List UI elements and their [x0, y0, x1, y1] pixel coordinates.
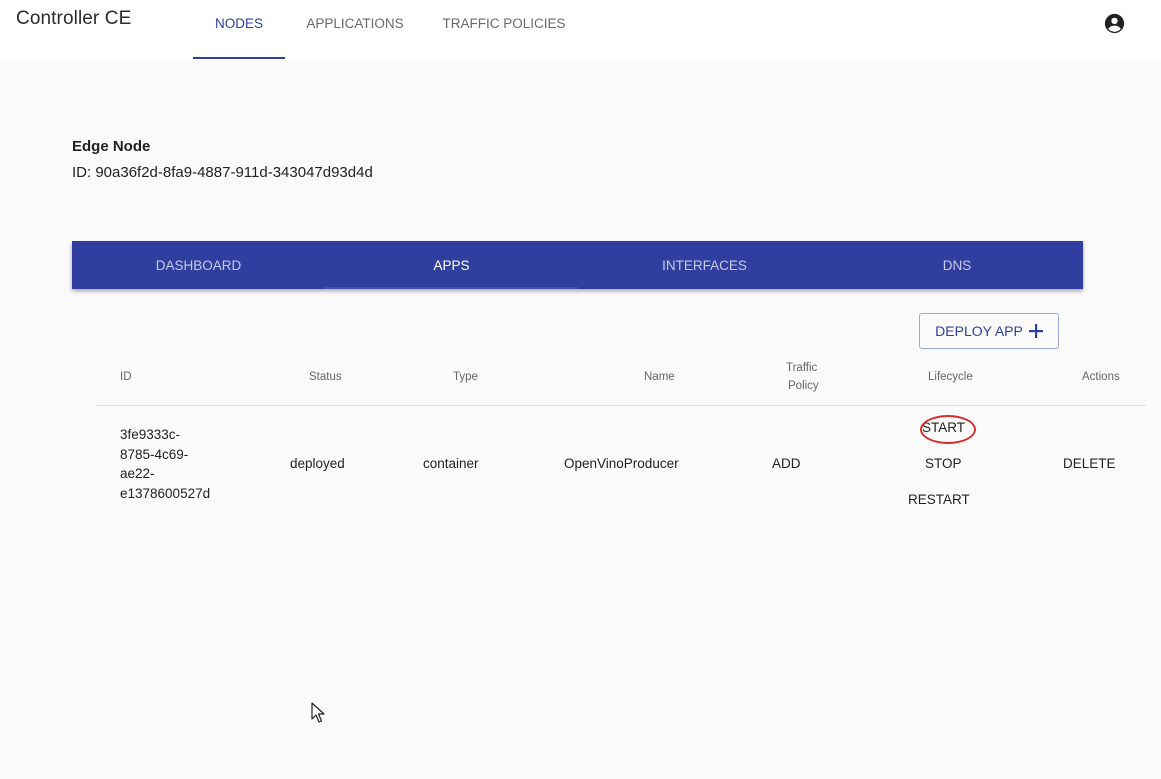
table-header-divider [96, 405, 1146, 406]
app-id-line: ae22- [120, 466, 155, 481]
tab-dashboard[interactable]: DASHBOARD [72, 241, 325, 289]
column-header-status: Status [309, 371, 342, 383]
column-header-type: Type [453, 371, 478, 383]
nav-tab-applications[interactable]: APPLICATIONS [295, 0, 415, 60]
app-id-line: e1378600527d [120, 485, 211, 501]
nav-tab-traffic-policies[interactable]: TRAFFIC POLICIES [436, 0, 572, 60]
column-header-actions: Actions [1082, 371, 1120, 383]
node-id: ID: 90a36f2d-8fa9-4887-911d-343047d93d4d [72, 164, 373, 181]
traffic-policy-add-button[interactable]: ADD [772, 456, 801, 471]
nav-active-indicator [193, 57, 285, 59]
node-heading: Edge Node [72, 138, 151, 155]
column-header-lifecycle: Lifecycle [928, 371, 973, 383]
account-circle-icon[interactable] [1104, 13, 1125, 34]
column-header-name: Name [644, 371, 675, 383]
column-header-policy: Policy [788, 380, 819, 392]
lifecycle-stop-button[interactable]: STOP [925, 456, 962, 471]
tab-interfaces[interactable]: INTERFACES [578, 241, 831, 289]
tab-apps[interactable]: APPS [325, 241, 578, 289]
plus-icon [1028, 322, 1043, 340]
node-tabs-bar: DASHBOARD APPS INTERFACES DNS [72, 241, 1083, 289]
deploy-app-label: DEPLOY APP [935, 323, 1023, 339]
nav-tab-nodes[interactable]: NODES [193, 0, 285, 60]
lifecycle-start-button[interactable]: START [922, 420, 965, 435]
column-header-id: ID [120, 371, 132, 383]
app-id-cell: 3fe9333c- 8785-4c69- ae22- e1378600527d [120, 425, 210, 503]
app-title: Controller CE [16, 8, 132, 29]
app-id-line: 8785-4c69- [120, 446, 189, 462]
delete-app-button[interactable]: DELETE [1063, 456, 1116, 471]
app-status-cell: deployed [290, 456, 345, 471]
column-header-traffic: Traffic [786, 362, 818, 374]
app-name-cell: OpenVinoProducer [564, 456, 679, 471]
app-id-line: 3fe9333c- [120, 427, 181, 442]
mouse-cursor-icon [311, 702, 325, 724]
top-app-bar: Controller CE NODES APPLICATIONS TRAFFIC… [0, 0, 1161, 60]
deploy-app-button[interactable]: DEPLOY APP [919, 313, 1059, 349]
tab-active-indicator [325, 287, 578, 289]
lifecycle-restart-button[interactable]: RESTART [908, 492, 970, 507]
app-type-cell: container [423, 456, 479, 471]
tab-dns[interactable]: DNS [831, 241, 1083, 289]
